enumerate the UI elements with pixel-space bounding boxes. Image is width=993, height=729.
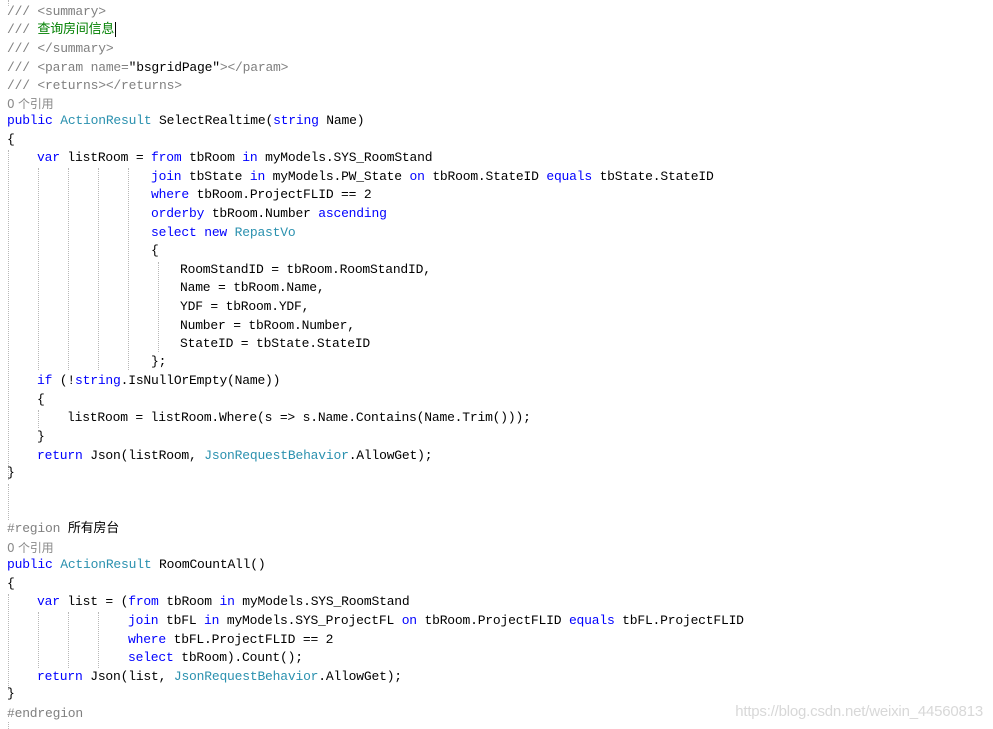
code-line-init-2: Name = tbRoom.Name, <box>180 280 325 295</box>
code-line-join: join tbFL in myModels.SYS_ProjectFL on t… <box>128 613 744 628</box>
codelens-references[interactable]: 0 个引用 <box>7 95 54 114</box>
code-line-init-close: }; <box>151 354 167 369</box>
doc-summary-text: 查询房间信息 <box>37 22 115 37</box>
code-line-init-5: StateID = tbState.StateID <box>180 336 371 351</box>
close-brace: } <box>7 465 15 480</box>
code-line-init-open: { <box>151 243 159 258</box>
indent-guide <box>8 150 9 480</box>
endregion-directive[interactable]: #endregion <box>7 705 83 724</box>
indent-guide <box>98 168 99 370</box>
indent-guide <box>38 410 39 428</box>
code-line-init-4: Number = tbRoom.Number, <box>180 318 355 333</box>
open-brace: { <box>7 132 15 147</box>
indent-guide <box>68 612 69 668</box>
code-line-var: var listRoom = from tbRoom in myModels.S… <box>37 150 433 165</box>
doc-summary-text-line: /// 查询房间信息 <box>7 22 117 38</box>
close-brace: } <box>7 686 15 701</box>
method-signature-selectrealtime: public ActionResult SelectRealtime(strin… <box>7 113 365 128</box>
code-line-var: var list = (from tbRoom in myModels.SYS_… <box>37 594 410 609</box>
watermark-text: https://blog.csdn.net/weixin_44560813 <box>735 703 983 720</box>
method-signature-roomcountall: public ActionResult RoomCountAll() <box>7 557 266 572</box>
indent-guide <box>8 484 9 520</box>
code-line-if-open: { <box>37 392 45 407</box>
indent-guide <box>68 168 69 370</box>
code-line-if-body: listRoom = listRoom.Where(s => s.Name.Co… <box>67 410 531 425</box>
code-line-orderby: orderby tbRoom.Number ascending <box>151 206 387 221</box>
code-editor[interactable]: /// <summary> /// 查询房间信息 /// </summary> … <box>0 0 993 729</box>
code-line-init-3: YDF = tbRoom.YDF, <box>180 299 310 314</box>
code-line-init-1: RoomStandID = tbRoom.RoomStandID, <box>180 262 431 277</box>
codelens-references[interactable]: 0 个引用 <box>7 539 54 558</box>
region-directive[interactable]: #region 所有房台 <box>7 520 119 539</box>
code-line-where: where tbRoom.ProjectFLID == 2 <box>151 187 372 202</box>
code-line-join: join tbState in myModels.PW_State on tbR… <box>151 169 714 184</box>
code-line-select: select new RepastVo <box>151 225 296 240</box>
indent-guide <box>8 594 9 690</box>
doc-param-line: /// <param name="bsgridPage"></param> <box>7 60 289 75</box>
indent-guide <box>98 612 99 668</box>
text-caret <box>115 22 117 38</box>
indent-guide <box>38 168 39 370</box>
doc-summary-open: /// <summary> <box>7 4 106 19</box>
indent-guide <box>158 262 159 352</box>
indent-guide <box>38 612 39 668</box>
code-line-return: return Json(list, JsonRequestBehavior.Al… <box>37 669 402 684</box>
code-line-where: where tbFL.ProjectFLID == 2 <box>128 632 334 647</box>
code-line-select: select tbRoom).Count(); <box>128 650 303 665</box>
code-line-if: if (!string.IsNullOrEmpty(Name)) <box>37 373 281 388</box>
code-line-return: return Json(listRoom, JsonRequestBehavio… <box>37 448 433 463</box>
doc-returns-line: /// <returns></returns> <box>7 78 182 93</box>
indent-guide <box>128 168 129 370</box>
doc-summary-close: /// </summary> <box>7 41 114 56</box>
code-line-if-close: } <box>37 429 45 444</box>
open-brace: { <box>7 576 15 591</box>
